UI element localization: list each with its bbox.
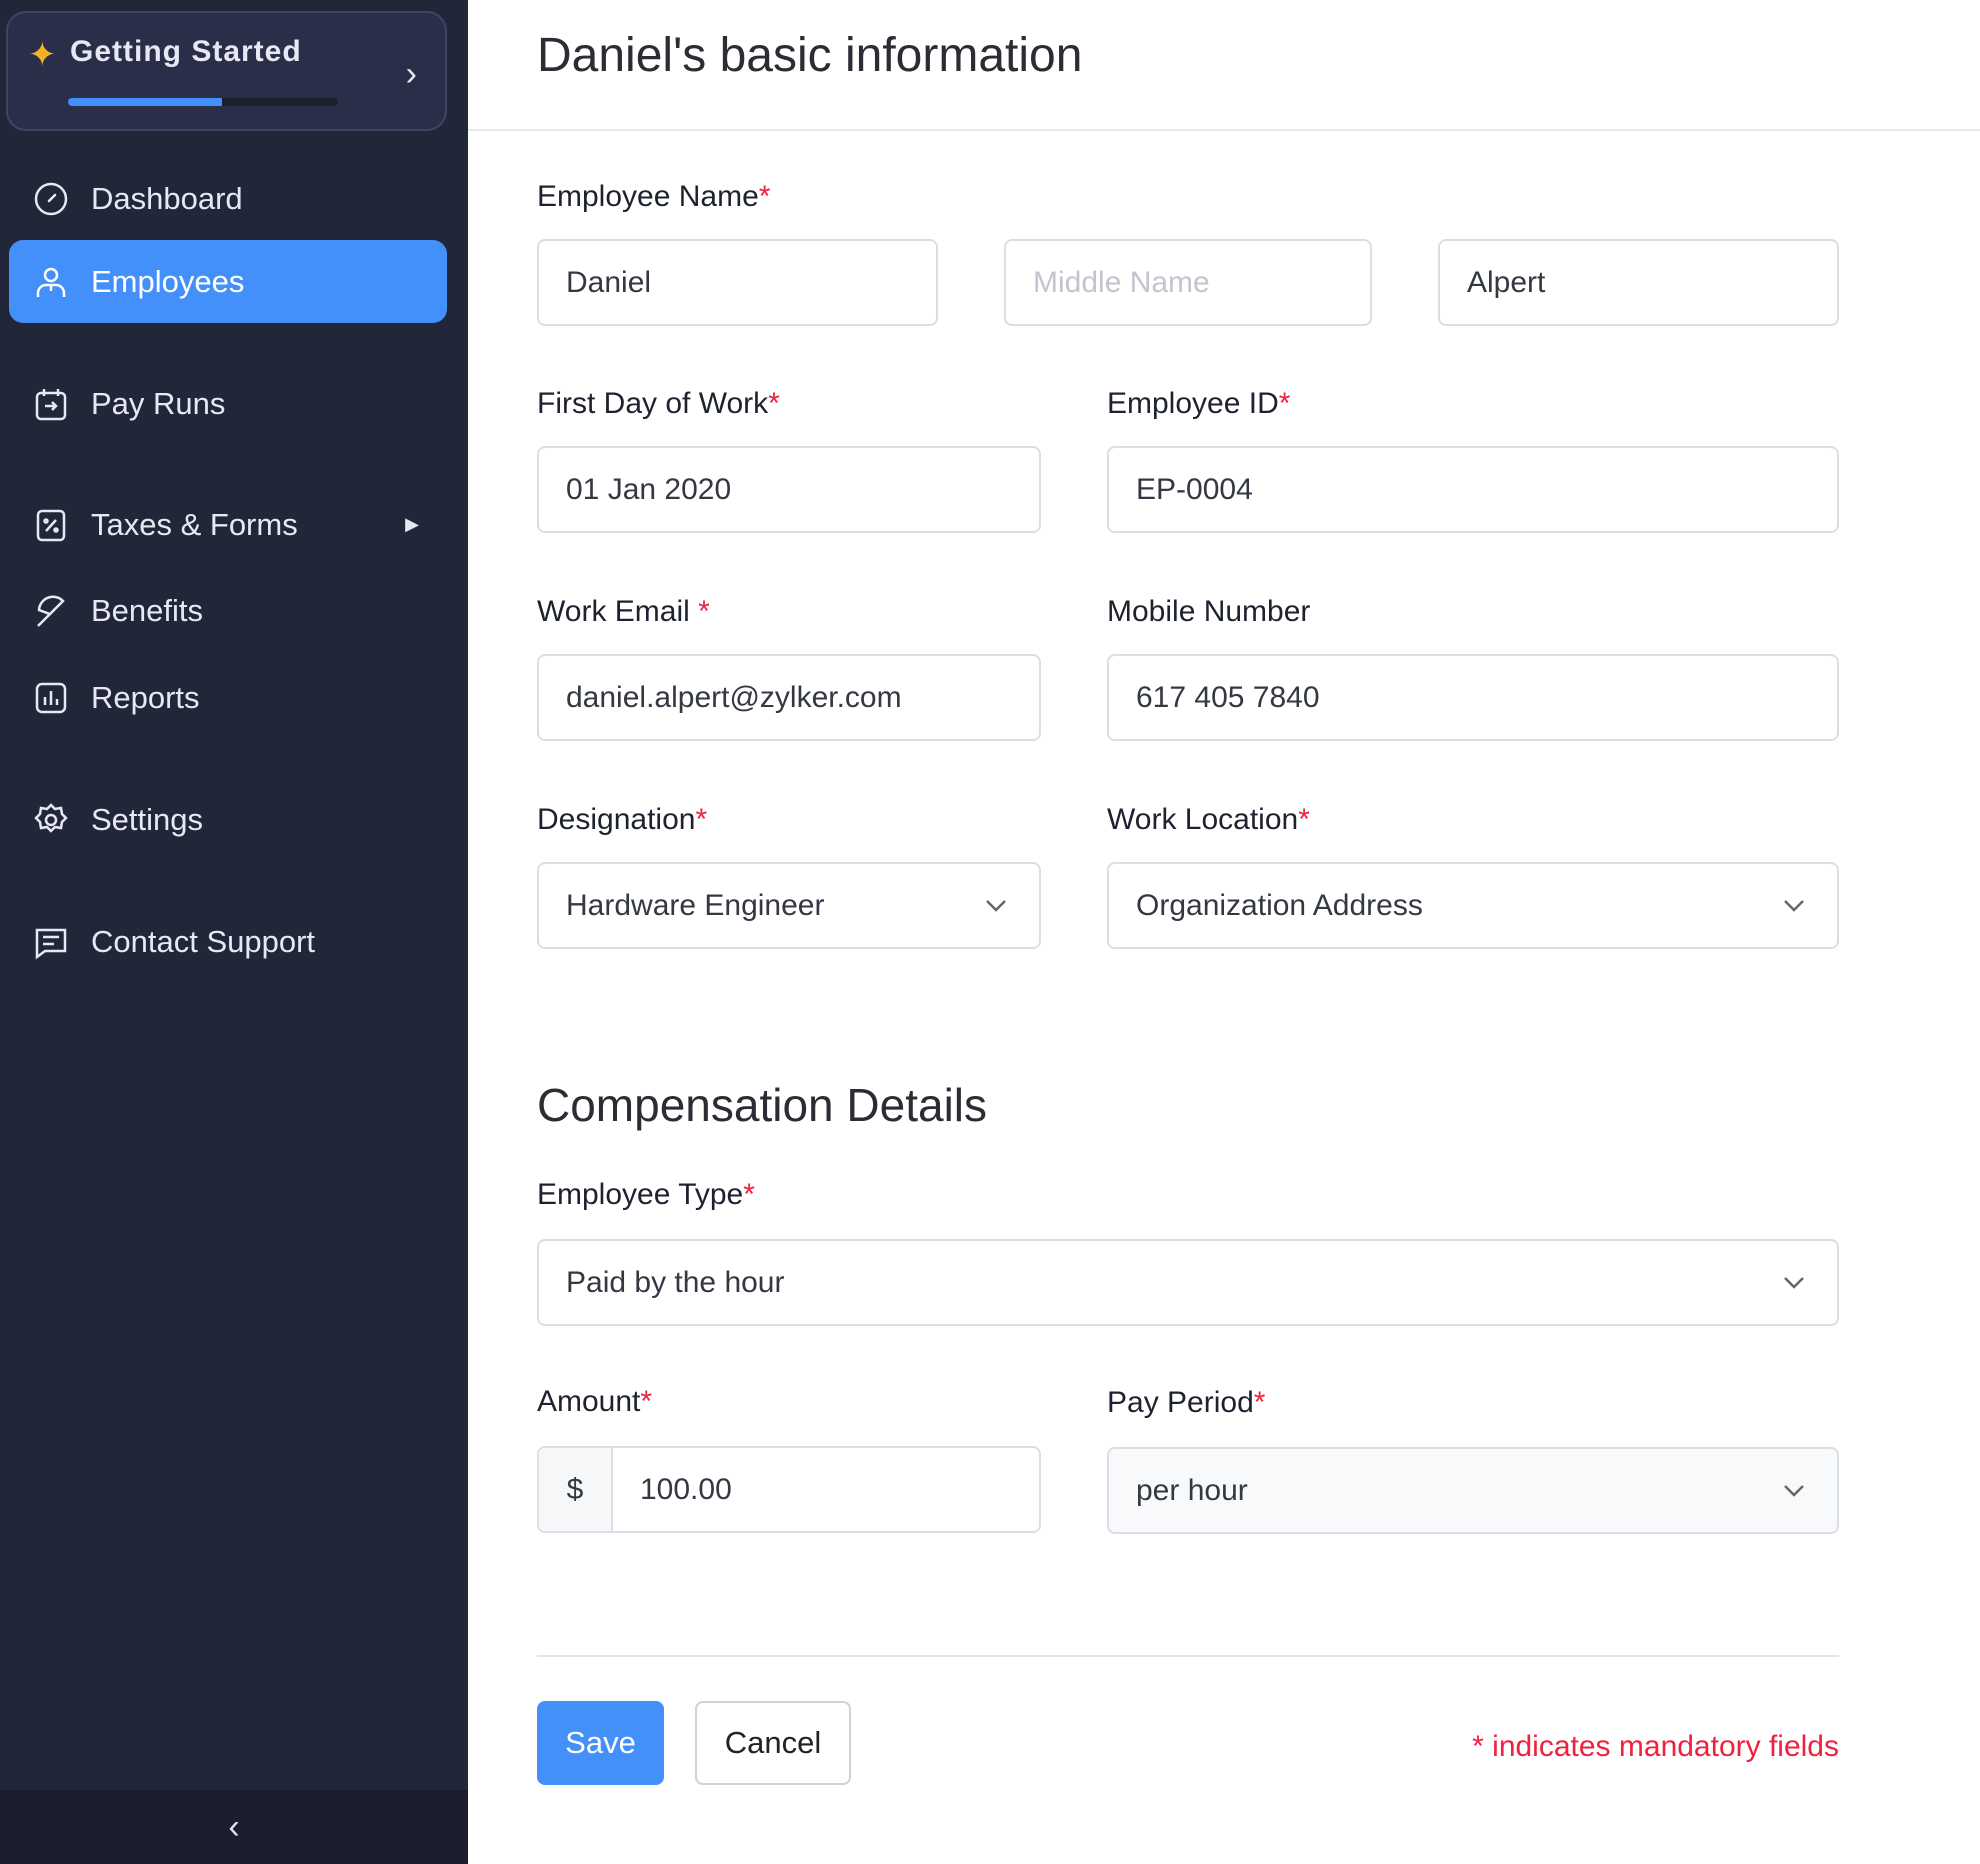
pay-period-value: per hour xyxy=(1136,1473,1248,1507)
sidebar-item-label: Reports xyxy=(91,679,200,715)
calendar-icon xyxy=(33,386,69,422)
sidebar-item-label: Benefits xyxy=(91,592,204,628)
employee-type-label: Employee Type* xyxy=(537,1178,755,1211)
bar-chart-icon xyxy=(33,680,69,716)
gauge-icon xyxy=(33,181,69,217)
save-button[interactable]: Save xyxy=(537,1701,664,1785)
footer-divider xyxy=(537,1655,1839,1657)
collapse-sidebar-button[interactable]: ‹ xyxy=(0,1790,468,1864)
work-location-label: Work Location* xyxy=(1107,803,1310,836)
getting-started-progress xyxy=(68,98,338,106)
work-location-value: Organization Address xyxy=(1136,888,1423,922)
getting-started-card[interactable]: ✦ Getting Started › xyxy=(6,11,447,131)
chevron-down-icon xyxy=(1784,900,1804,912)
percent-doc-icon xyxy=(33,507,69,543)
sidebar-item-employees[interactable]: Employees xyxy=(9,240,447,323)
work-email-input[interactable]: daniel.alpert@zylker.com xyxy=(537,654,1041,741)
sidebar-item-taxes-forms[interactable]: Taxes & Forms ▶ xyxy=(9,483,447,566)
work-email-label: Work Email * xyxy=(537,595,710,628)
sidebar-item-contact-support[interactable]: Contact Support xyxy=(9,900,447,983)
sidebar: ✦ Getting Started › Dashboard Employees … xyxy=(0,0,468,1864)
sidebar-item-label: Dashboard xyxy=(91,180,243,216)
amount-value: 100.00 xyxy=(640,1472,732,1506)
sidebar-item-dashboard[interactable]: Dashboard xyxy=(9,157,447,240)
user-icon xyxy=(33,264,69,300)
caret-right-icon: ▶ xyxy=(405,514,419,534)
gear-icon xyxy=(33,802,69,838)
chevron-right-icon: › xyxy=(405,55,417,93)
pay-period-select[interactable]: per hour xyxy=(1107,1447,1839,1534)
umbrella-icon xyxy=(33,593,69,629)
chevron-down-icon xyxy=(1784,1485,1804,1497)
sidebar-item-label: Pay Runs xyxy=(91,385,226,421)
header-divider xyxy=(468,129,1980,131)
mandatory-fields-note: * indicates mandatory fields xyxy=(1472,1730,1839,1763)
compensation-section-title: Compensation Details xyxy=(537,1079,988,1131)
chevron-down-icon xyxy=(986,900,1006,912)
designation-label: Designation* xyxy=(537,803,708,836)
sidebar-item-pay-runs[interactable]: Pay Runs xyxy=(9,362,447,445)
employee-type-value: Paid by the hour xyxy=(566,1265,785,1299)
last-name-input[interactable]: Alpert xyxy=(1438,239,1839,326)
sparkle-icon: ✦ xyxy=(28,36,57,74)
employee-id-input[interactable]: EP-0004 xyxy=(1107,446,1839,533)
sidebar-item-label: Taxes & Forms xyxy=(91,506,298,542)
employee-type-select[interactable]: Paid by the hour xyxy=(537,1239,1839,1326)
work-location-select[interactable]: Organization Address xyxy=(1107,862,1839,949)
sidebar-item-label: Settings xyxy=(91,801,204,837)
mobile-number-label: Mobile Number xyxy=(1107,595,1311,628)
first-name-input[interactable]: Daniel xyxy=(537,239,938,326)
sidebar-item-label: Contact Support xyxy=(91,923,316,959)
page-title: Daniel's basic information xyxy=(537,29,1083,82)
cancel-button[interactable]: Cancel xyxy=(695,1701,851,1785)
amount-input[interactable]: $100.00 xyxy=(537,1446,1041,1533)
sidebar-item-label: Employees xyxy=(91,263,245,299)
first-day-label: First Day of Work* xyxy=(537,387,780,420)
sidebar-item-reports[interactable]: Reports xyxy=(9,656,447,739)
middle-name-input[interactable]: Middle Name xyxy=(1004,239,1372,326)
designation-select[interactable]: Hardware Engineer xyxy=(537,862,1041,949)
first-day-input[interactable]: 01 Jan 2020 xyxy=(537,446,1041,533)
currency-prefix: $ xyxy=(539,1448,613,1531)
chevron-down-icon xyxy=(1784,1277,1804,1289)
amount-label: Amount* xyxy=(537,1385,653,1418)
designation-value: Hardware Engineer xyxy=(566,888,825,922)
employee-id-label: Employee ID* xyxy=(1107,387,1291,420)
sidebar-item-benefits[interactable]: Benefits xyxy=(9,569,447,652)
mobile-number-input[interactable]: 617 405 7840 xyxy=(1107,654,1839,741)
employee-name-label: Employee Name* xyxy=(537,180,771,213)
getting-started-label: Getting Started xyxy=(70,35,302,68)
sidebar-item-settings[interactable]: Settings xyxy=(9,778,447,861)
pay-period-label: Pay Period* xyxy=(1107,1386,1266,1419)
chevron-left-icon: ‹ xyxy=(228,1807,240,1846)
chat-icon xyxy=(33,924,69,960)
